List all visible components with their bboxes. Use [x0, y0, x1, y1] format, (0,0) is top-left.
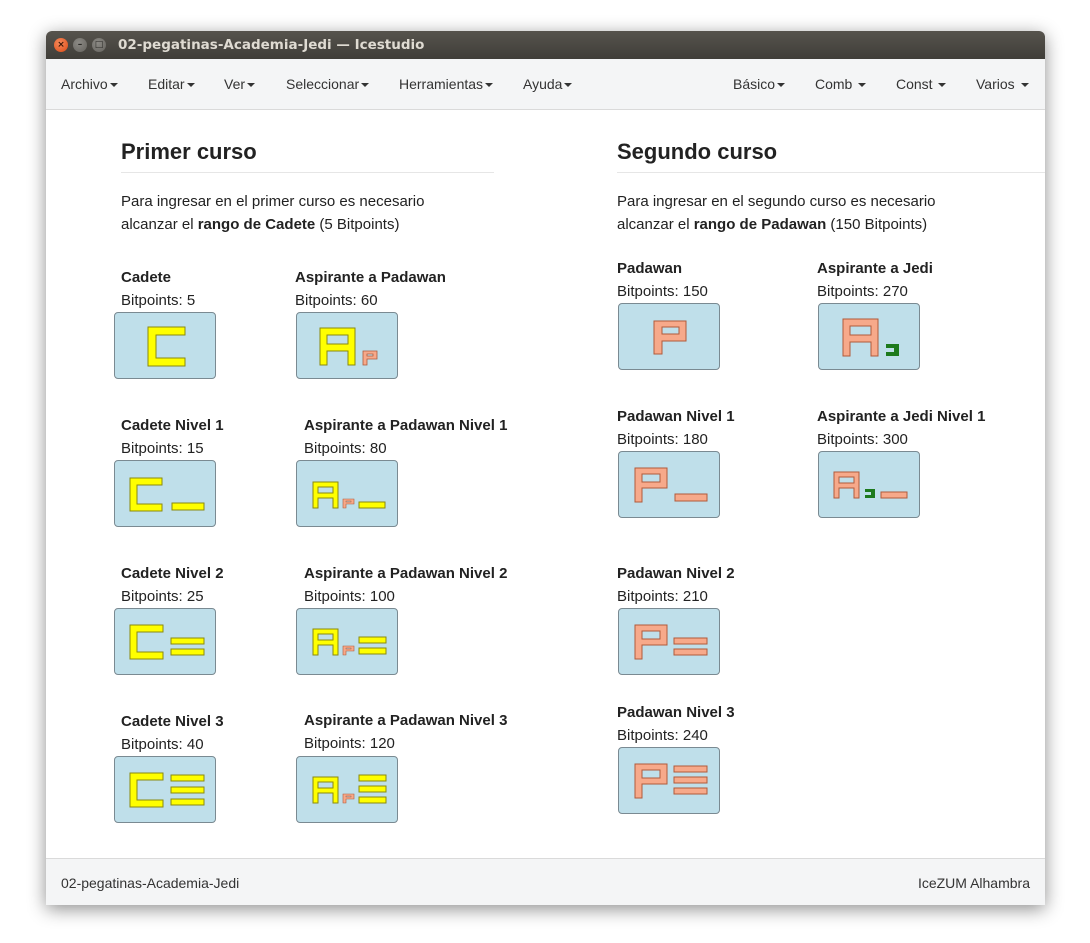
- block-name-cadete-nivel-1: Cadete Nivel 1: [121, 417, 224, 434]
- segundo-curso-line-2-post: (150 Bitpoints): [826, 216, 928, 233]
- aspirante-padawan-nivel-3-sticker-icon[interactable]: [296, 756, 398, 823]
- menu-comb[interactable]: Comb: [815, 76, 867, 92]
- menu-ver-label: Ver: [224, 76, 246, 92]
- block-name-aspirante-padawan-nivel-2: Aspirante a Padawan Nivel 2: [304, 565, 508, 582]
- title-bar: × – □ 02-pegatinas-Academia-Jedi — Icest…: [46, 31, 1045, 59]
- menu-herramientas-label: Herramientas: [399, 76, 484, 92]
- block-bitpoints-cadete-nivel-3: Bitpoints: 40: [121, 736, 204, 753]
- primer-curso-description: Para ingresar en el primer curso es nece…: [121, 190, 424, 236]
- close-window-button[interactable]: ×: [54, 38, 68, 52]
- status-board-name[interactable]: IceZUM Alhambra: [918, 875, 1030, 891]
- block-name-cadete-nivel-2: Cadete Nivel 2: [121, 565, 224, 582]
- menu-const-label: Const: [896, 76, 933, 92]
- status-file-name: 02-pegatinas-Academia-Jedi: [61, 875, 240, 891]
- aspirante-jedi-nivel-1-sticker-icon[interactable]: [818, 451, 920, 518]
- block-bitpoints-aspirante-jedi: Bitpoints: 270: [817, 283, 908, 300]
- aspirante-jedi-sticker-icon[interactable]: [818, 303, 920, 370]
- padawan-nivel-2-sticker-icon[interactable]: [618, 608, 720, 675]
- primer-curso-line-1: Para ingresar en el primer curso es nece…: [121, 193, 425, 210]
- caret-down-icon: [186, 83, 195, 88]
- menu-ayuda-label: Ayuda: [523, 76, 563, 92]
- segundo-curso-description: Para ingresar en el segundo curso es nec…: [617, 190, 936, 236]
- status-bar: 02-pegatinas-Academia-Jedi IceZUM Alhamb…: [46, 858, 1045, 905]
- padawan-sticker-icon[interactable]: [618, 303, 720, 370]
- cadete-nivel-2-sticker-icon[interactable]: [114, 608, 216, 675]
- segundo-curso-line-2-pre: alcanzar el: [617, 216, 694, 233]
- window-title: 02-pegatinas-Academia-Jedi — Icestudio: [118, 37, 425, 53]
- block-name-padawan: Padawan: [617, 260, 683, 277]
- caret-down-icon: [938, 83, 947, 88]
- menu-basico[interactable]: Básico: [733, 76, 786, 92]
- block-bitpoints-padawan-nivel-1: Bitpoints: 180: [617, 431, 708, 448]
- block-bitpoints-aspirante-padawan-nivel-3: Bitpoints: 120: [304, 735, 395, 752]
- menu-archivo-label: Archivo: [61, 76, 108, 92]
- block-bitpoints-cadete: Bitpoints: 5: [121, 292, 196, 309]
- block-bitpoints-cadete-nivel-2: Bitpoints: 25: [121, 588, 204, 605]
- caret-down-icon: [777, 83, 786, 88]
- block-name-aspirante-padawan-nivel-3: Aspirante a Padawan Nivel 3: [304, 712, 508, 729]
- block-name-aspirante-jedi: Aspirante a Jedi: [817, 260, 933, 277]
- caret-down-icon: [247, 83, 256, 88]
- segundo-curso-title: Segundo curso: [617, 139, 778, 164]
- caret-down-icon: [564, 83, 573, 88]
- block-name-aspirante-padawan-nivel-1: Aspirante a Padawan Nivel 1: [304, 417, 508, 434]
- menu-basico-label: Básico: [733, 76, 776, 92]
- block-bitpoints-padawan-nivel-2: Bitpoints: 210: [617, 588, 708, 605]
- block-bitpoints-aspirante-padawan: Bitpoints: 60: [295, 292, 378, 309]
- aspirante-padawan-sticker-icon[interactable]: [296, 312, 398, 379]
- primer-curso-rank: rango de Cadete: [197, 216, 316, 233]
- segundo-curso-divider: [617, 172, 1045, 173]
- menu-const[interactable]: Const: [896, 76, 947, 92]
- caret-down-icon: [109, 83, 118, 88]
- block-bitpoints-cadete-nivel-1: Bitpoints: 15: [121, 440, 204, 457]
- menu-seleccionar[interactable]: Seleccionar: [286, 76, 370, 92]
- block-bitpoints-aspirante-padawan-nivel-2: Bitpoints: 100: [304, 588, 395, 605]
- design-canvas[interactable]: Primer curso Para ingresar en el primer …: [46, 110, 1045, 857]
- menu-ayuda[interactable]: Ayuda: [523, 76, 573, 92]
- menu-editar[interactable]: Editar: [148, 76, 195, 92]
- caret-down-icon: [485, 83, 494, 88]
- segundo-curso-line-2: alcanzar el rango de Padawan (150 Bitpoi…: [617, 213, 936, 236]
- cadete-sticker-icon[interactable]: [114, 312, 216, 379]
- padawan-nivel-1-sticker-icon[interactable]: [618, 451, 720, 518]
- block-bitpoints-padawan: Bitpoints: 150: [617, 283, 708, 300]
- menu-ver[interactable]: Ver: [224, 76, 256, 92]
- segundo-curso-rank: rango de Padawan: [693, 216, 827, 233]
- menu-varios-label: Varios: [976, 76, 1015, 92]
- block-bitpoints-aspirante-jedi-nivel-1: Bitpoints: 300: [817, 431, 908, 448]
- caret-down-icon: [858, 83, 867, 88]
- padawan-nivel-3-sticker-icon[interactable]: [618, 747, 720, 814]
- menu-archivo[interactable]: Archivo: [61, 76, 118, 92]
- block-name-padawan-nivel-3: Padawan Nivel 3: [617, 704, 735, 721]
- cadete-nivel-1-sticker-icon[interactable]: [114, 460, 216, 527]
- block-bitpoints-aspirante-padawan-nivel-1: Bitpoints: 80: [304, 440, 387, 457]
- block-name-aspirante-padawan: Aspirante a Padawan: [295, 269, 446, 286]
- cadete-nivel-3-sticker-icon[interactable]: [114, 756, 216, 823]
- block-bitpoints-padawan-nivel-3: Bitpoints: 240: [617, 727, 708, 744]
- aspirante-padawan-nivel-2-sticker-icon[interactable]: [296, 608, 398, 675]
- menu-herramientas[interactable]: Herramientas: [399, 76, 494, 92]
- menu-seleccionar-label: Seleccionar: [286, 76, 360, 92]
- caret-down-icon: [361, 83, 370, 88]
- block-name-aspirante-jedi-nivel-1: Aspirante a Jedi Nivel 1: [817, 408, 986, 425]
- block-name-cadete-nivel-3: Cadete Nivel 3: [121, 713, 224, 730]
- primer-curso-line-2-pre: alcanzar el: [121, 216, 198, 233]
- aspirante-padawan-nivel-1-sticker-icon[interactable]: [296, 460, 398, 527]
- minimize-window-button[interactable]: –: [73, 38, 87, 52]
- primer-curso-line-2: alcanzar el rango de Cadete (5 Bitpoints…: [121, 213, 424, 236]
- caret-down-icon: [1020, 83, 1029, 88]
- block-name-padawan-nivel-2: Padawan Nivel 2: [617, 565, 735, 582]
- primer-curso-divider: [121, 172, 494, 173]
- menu-varios[interactable]: Varios: [976, 76, 1029, 92]
- segundo-curso-line-1: Para ingresar en el segundo curso es nec…: [617, 193, 936, 210]
- primer-curso-title: Primer curso: [121, 139, 257, 164]
- primer-curso-line-2-post: (5 Bitpoints): [315, 216, 400, 233]
- block-name-padawan-nivel-1: Padawan Nivel 1: [617, 408, 735, 425]
- maximize-window-button[interactable]: □: [92, 38, 106, 52]
- block-name-cadete: Cadete: [121, 269, 172, 286]
- menu-editar-label: Editar: [148, 76, 185, 92]
- menu-bar: Archivo Editar Ver Seleccionar Herramien…: [46, 59, 1045, 110]
- menu-comb-label: Comb: [815, 76, 853, 92]
- app-window: × – □ 02-pegatinas-Academia-Jedi — Icest…: [46, 31, 1045, 905]
